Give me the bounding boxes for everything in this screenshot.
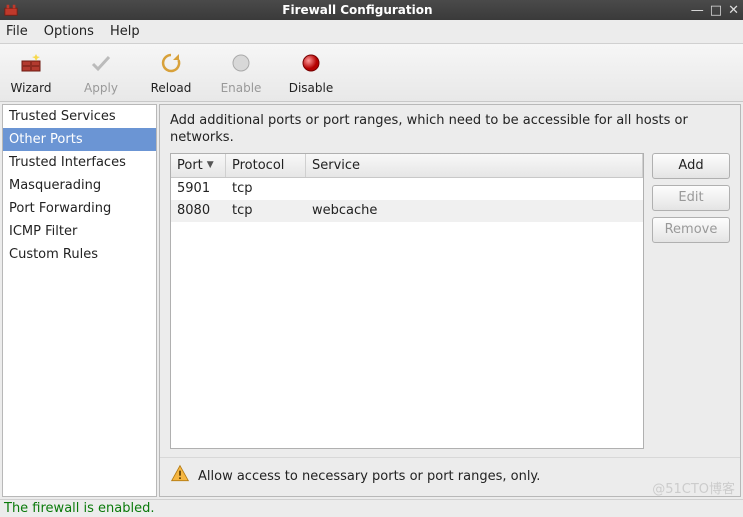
reload-icon	[159, 51, 183, 79]
sidebar-item-port-forwarding[interactable]: Port Forwarding	[3, 197, 156, 220]
disable-label: Disable	[289, 81, 334, 95]
statusbar: The firewall is enabled.	[0, 499, 743, 517]
app-icon	[4, 3, 18, 17]
status-text: The firewall is enabled.	[4, 501, 154, 516]
hint-row: Allow access to necessary ports or port …	[160, 457, 740, 496]
cell-protocol: tcp	[226, 179, 306, 198]
panel-description: Add additional ports or port ranges, whi…	[160, 105, 740, 153]
sidebar-item-masquerading[interactable]: Masquerading	[3, 174, 156, 197]
sidebar-item-other-ports[interactable]: Other Ports	[3, 128, 156, 151]
sidebar-item-trusted-services[interactable]: Trusted Services	[3, 105, 156, 128]
lamp-red-icon	[299, 51, 323, 79]
cell-protocol: tcp	[226, 201, 306, 220]
menu-help[interactable]: Help	[110, 24, 140, 39]
menu-file[interactable]: File	[6, 24, 28, 39]
wizard-icon	[19, 51, 43, 79]
edit-button[interactable]: Edit	[652, 185, 730, 211]
content-panel: Add additional ports or port ranges, whi…	[159, 104, 741, 497]
enable-label: Enable	[221, 81, 262, 95]
button-column: Add Edit Remove	[652, 153, 730, 449]
table-row[interactable]: 5901 tcp	[171, 178, 643, 200]
menu-options[interactable]: Options	[44, 24, 94, 39]
wizard-button[interactable]: Wizard	[8, 51, 54, 95]
warning-icon	[170, 464, 190, 488]
cell-service: webcache	[306, 201, 643, 220]
sidebar-item-trusted-interfaces[interactable]: Trusted Interfaces	[3, 151, 156, 174]
sidebar: Trusted Services Other Ports Trusted Int…	[2, 104, 157, 497]
enable-button[interactable]: Enable	[218, 51, 264, 95]
table-row[interactable]: 8080 tcp webcache	[171, 200, 643, 222]
reload-button[interactable]: Reload	[148, 51, 194, 95]
cell-service	[306, 187, 643, 191]
add-button[interactable]: Add	[652, 153, 730, 179]
titlebar: Firewall Configuration — □ ✕	[0, 0, 743, 20]
window-title: Firewall Configuration	[24, 3, 691, 17]
apply-button[interactable]: Apply	[78, 51, 124, 95]
menubar: File Options Help	[0, 20, 743, 44]
disable-button[interactable]: Disable	[288, 51, 334, 95]
sort-desc-icon: ▼	[207, 160, 214, 170]
remove-button[interactable]: Remove	[652, 217, 730, 243]
maximize-button[interactable]: □	[710, 3, 722, 18]
close-button[interactable]: ✕	[728, 3, 739, 18]
lamp-off-icon	[229, 51, 253, 79]
column-port[interactable]: Port▼	[171, 154, 226, 177]
ports-table: Port▼ Protocol Service 5901 tcp 8080 tcp…	[170, 153, 644, 449]
reload-label: Reload	[151, 81, 192, 95]
minimize-button[interactable]: —	[691, 3, 704, 18]
cell-port: 8080	[171, 201, 226, 220]
sidebar-item-custom-rules[interactable]: Custom Rules	[3, 243, 156, 266]
apply-label: Apply	[84, 81, 118, 95]
toolbar: Wizard Apply Reload Enable Disable	[0, 44, 743, 102]
column-protocol[interactable]: Protocol	[226, 154, 306, 177]
table-header: Port▼ Protocol Service	[171, 154, 643, 178]
column-service[interactable]: Service	[306, 154, 643, 177]
check-icon	[89, 51, 113, 79]
wizard-label: Wizard	[11, 81, 52, 95]
hint-text: Allow access to necessary ports or port …	[198, 469, 540, 484]
cell-port: 5901	[171, 179, 226, 198]
sidebar-item-icmp-filter[interactable]: ICMP Filter	[3, 220, 156, 243]
